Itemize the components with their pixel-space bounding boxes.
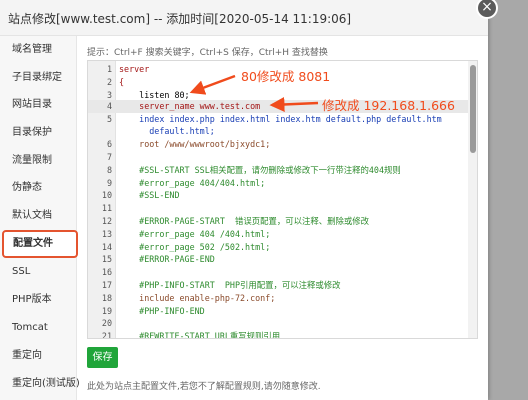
sidebar-item-redirect-beta[interactable]: 重定向(测试版) [0, 370, 80, 398]
settings-sidebar: 域名管理 子目录绑定 网站目录 目录保护 流量限制 伪静态 默认文档 配置文件 … [0, 36, 80, 400]
code-line[interactable]: 10 #SSL-END [88, 189, 468, 202]
code-line-wrap[interactable]: default.html; [88, 125, 468, 138]
save-button[interactable]: 保存 [87, 347, 118, 368]
sidebar-item-pseudo-static[interactable]: 伪静态 [0, 174, 77, 202]
sidebar-item-domain[interactable]: 域名管理 [0, 36, 77, 64]
code-line[interactable]: 18 include enable-php-72.conf; [88, 292, 468, 305]
code-line[interactable]: 6 root /www/wwwroot/bjxydc1; [88, 138, 468, 151]
code-line[interactable]: 21 #REWRITE-START URL重写规则引用 [88, 330, 468, 338]
code-line[interactable]: 11 [88, 202, 468, 215]
code-line[interactable]: 7 [88, 151, 468, 164]
editor-shortcut-hint: 提示：Ctrl+F 搜索关键字，Ctrl+S 保存，Ctrl+H 查找替换 [87, 48, 328, 58]
sidebar-item-traffic-limit[interactable]: 流量限制 [0, 147, 77, 175]
config-warning-note: 此处为站点主配置文件,若您不了解配置规则,请勿随意修改. [87, 382, 321, 392]
sidebar-item-default-document[interactable]: 默认文档 [0, 202, 77, 230]
sidebar-item-redirect[interactable]: 重定向 [0, 342, 77, 370]
sidebar-item-config-file[interactable]: 配置文件 [2, 230, 78, 258]
sidebar-item-subdirectory-binding[interactable]: 子目录绑定 [0, 64, 77, 92]
dialog-title: 站点修改[www.test.com] -- 添加时间[2020-05-14 11… [8, 12, 352, 26]
port-change-annotation: 80修改成 8081 [241, 69, 331, 84]
code-line[interactable]: 13 #error_page 404 /404.html; [88, 228, 468, 241]
code-line[interactable]: 17 #PHP-INFO-START PHP引用配置，可以注释或修改 [88, 279, 468, 292]
code-line[interactable]: 15 #ERROR-PAGE-END [88, 253, 468, 266]
sidebar-item-tomcat[interactable]: Tomcat [0, 314, 77, 342]
sidebar-item-directory-protection[interactable]: 目录保护 [0, 119, 77, 147]
ip-change-annotation: 修改成 192.168.1.666 [322, 98, 455, 113]
code-line[interactable]: 16 [88, 266, 468, 279]
code-line[interactable]: 8 #SSL-START SSL相关配置，请勿删除或修改下一行带注释的404规则 [88, 164, 468, 177]
sidebar-item-ssl[interactable]: SSL [0, 258, 77, 286]
code-line[interactable]: 12 #ERROR-PAGE-START 错误页配置，可以注释、删除或修改 [88, 215, 468, 228]
sidebar-item-site-directory[interactable]: 网站目录 [0, 91, 77, 119]
editor-scrollbar-thumb[interactable] [470, 65, 476, 153]
code-line[interactable]: 20 [88, 317, 468, 330]
dialog-header: 站点修改[www.test.com] -- 添加时间[2020-05-14 11… [0, 0, 488, 36]
site-edit-dialog: 站点修改[www.test.com] -- 添加时间[2020-05-14 11… [0, 0, 488, 400]
sidebar-item-php-version[interactable]: PHP版本 [0, 286, 77, 314]
